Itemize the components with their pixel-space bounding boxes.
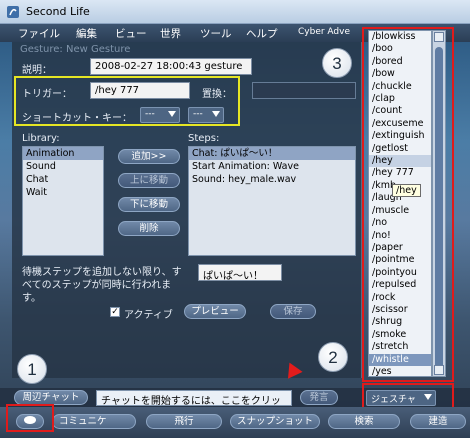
library-item[interactable]: Chat [23,173,103,186]
move-up-button[interactable]: 上に移動 [118,173,180,188]
communicate-label: コミュニケ [59,416,107,427]
menu-file[interactable]: ファイル [18,26,60,41]
annotation-badge-2: 2 [318,342,348,372]
snapshot-button[interactable]: スナップショット [230,414,320,429]
chat-step-text-field[interactable]: ぱいぱ〜い！ [198,264,282,281]
annotation-badge-3: 3 [322,48,352,78]
add-step-button[interactable]: 追加>> [118,149,180,164]
gesture-list-highlight [362,27,454,382]
floater-header: Gesture: New Gesture [20,44,131,55]
menu-edit[interactable]: 編集 [76,26,97,41]
active-label: アクティブ [124,310,173,321]
menu-tools[interactable]: ツール [200,26,232,41]
steps-note: 待機ステップを追加しない限り、すべてのステップが同時に行われます。 [22,267,182,304]
say-button[interactable]: 発言 [300,390,338,405]
step-item[interactable]: Start Animation: Wave [189,160,355,173]
menubar-status-text: Cyber Adve [298,27,350,37]
steps-label: Steps: [188,133,220,144]
chat-toggle-highlight [6,404,54,432]
library-item[interactable]: Wait [23,186,103,199]
library-item[interactable]: Animation [23,147,103,160]
move-down-button[interactable]: 下に移動 [118,197,180,212]
search-button[interactable]: 検索 [328,414,400,429]
active-checkbox[interactable]: ✓ [110,307,120,317]
window-title: Second Life [26,5,90,18]
bottom-toolbar: コミュニケ 飛行 スナップショット 検索 建造 [0,407,470,438]
local-chat-button[interactable]: 周辺チャット [14,390,88,405]
library-item[interactable]: Sound [23,160,103,173]
gesture-editor-floater: Gesture: New Gesture 説明： 2008-02-27 18:0… [12,42,362,378]
replace-field[interactable] [252,82,356,99]
steps-list[interactable]: Chat: ぱいぱ〜い！ Start Animation: Wave Sound… [188,146,356,256]
second-life-logo-icon [7,6,19,18]
save-button[interactable]: 保存 [270,304,316,319]
fly-button[interactable]: 飛行 [146,414,222,429]
trigger-shortcut-highlight [14,76,240,126]
build-button[interactable]: 建造 [410,414,466,429]
chat-input[interactable]: チャットを開始するには、ここをクリッ [96,390,292,406]
library-label: Library: [22,133,60,144]
description-label: 説明： [22,65,52,76]
library-list[interactable]: Animation Sound Chat Wait [22,146,104,256]
window-titlebar: Second Life [0,0,470,24]
communicate-button[interactable]: コミュニケ [52,414,136,429]
menu-view[interactable]: ビュー [115,26,147,41]
preview-button[interactable]: プレビュー [184,304,246,319]
annotation-badge-1: 1 [17,354,47,384]
description-field[interactable]: 2008-02-27 18:00:43 gesture [90,58,252,75]
step-item[interactable]: Chat: ぱいぱ〜い！ [189,147,355,160]
gesture-dropdown-highlight [362,383,454,409]
delete-step-button[interactable]: 削除 [118,221,180,236]
menu-world[interactable]: 世界 [160,26,181,41]
step-item[interactable]: Sound: hey_male.wav [189,173,355,186]
menu-help[interactable]: ヘルプ [246,26,278,41]
